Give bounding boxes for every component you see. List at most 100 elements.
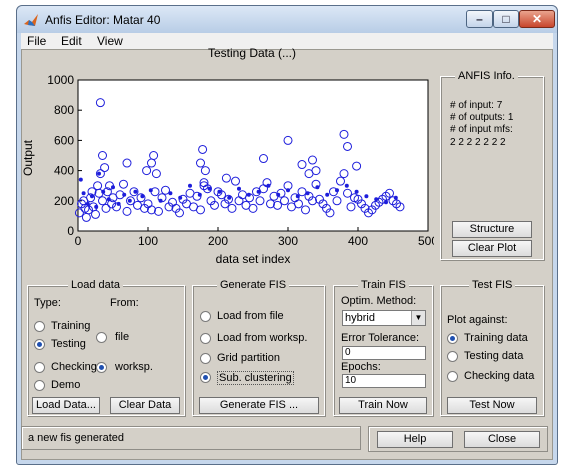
- data-point-dot: [148, 188, 153, 193]
- chevron-down-icon[interactable]: ▼: [411, 311, 425, 325]
- info-mf-values: 2 2 2 2 2 2 2: [450, 137, 506, 148]
- data-point-dot: [237, 186, 241, 191]
- optim-method-select[interactable]: hybrid ▼: [342, 310, 426, 326]
- close-button[interactable]: Close: [464, 431, 540, 448]
- data-point-dot: [111, 185, 115, 190]
- y-tick-label: 400: [54, 164, 74, 178]
- x-tick-label: 400: [348, 234, 368, 248]
- x-tick-label: 200: [208, 234, 228, 248]
- clear-data-button[interactable]: Clear Data: [110, 397, 180, 414]
- generate-fis-button[interactable]: Generate FIS ...: [199, 397, 319, 414]
- from-file-radio[interactable]: [96, 332, 107, 343]
- info-inputs: # of input: 7: [450, 100, 503, 111]
- data-point-dot: [354, 189, 359, 194]
- type-training-label: Training: [51, 320, 91, 332]
- close-window-button[interactable]: ✕: [519, 10, 555, 28]
- test-fis-title: Test FIS: [469, 279, 516, 291]
- window-title: Anfis Editor: Matar 40: [45, 13, 161, 27]
- from-label: From:: [110, 297, 139, 309]
- data-point-dot: [295, 194, 300, 199]
- gen-load-file-radio[interactable]: [200, 311, 211, 322]
- x-tick-label: 100: [138, 234, 158, 248]
- gen-load-file-label: Load from file: [217, 310, 284, 322]
- gen-load-workspace-label: Load from worksp.: [217, 332, 308, 344]
- load-data-button[interactable]: Load Data...: [32, 397, 100, 414]
- data-point-dot: [178, 195, 183, 200]
- data-point-dot: [85, 201, 90, 206]
- test-now-button[interactable]: Test Now: [447, 397, 537, 414]
- status-message: a new fis generated: [28, 432, 125, 444]
- epochs-label: Epochs:: [341, 361, 381, 373]
- data-point-dot: [97, 171, 101, 176]
- title-bar[interactable]: Anfis Editor: Matar 40 – □ ✕: [17, 6, 557, 33]
- data-point-dot: [90, 194, 94, 199]
- maximize-button[interactable]: □: [493, 10, 519, 28]
- data-point-dot: [374, 197, 379, 202]
- data-point-dot: [276, 192, 281, 197]
- data-point-dot: [106, 197, 111, 202]
- structure-button[interactable]: Structure: [452, 221, 532, 238]
- data-point-dot: [393, 195, 398, 200]
- data-point-dot: [207, 186, 212, 191]
- minimize-icon: –: [476, 12, 483, 26]
- data-point-dot: [127, 198, 132, 203]
- data-point-dot: [217, 189, 222, 194]
- train-now-button[interactable]: Train Now: [339, 397, 427, 414]
- x-axis-label: data set index: [215, 252, 291, 266]
- type-testing-radio[interactable]: [34, 339, 45, 350]
- data-point-dot: [140, 194, 145, 199]
- from-workspace-radio[interactable]: [96, 362, 107, 373]
- generate-fis-title: Generate FIS: [217, 279, 290, 291]
- type-demo-label: Demo: [51, 379, 81, 391]
- test-testing-radio[interactable]: [447, 351, 458, 362]
- clear-plot-button[interactable]: Clear Plot: [452, 240, 532, 257]
- data-point-dot: [133, 189, 138, 194]
- error-tolerance-input[interactable]: 0: [342, 346, 426, 360]
- info-outputs: # of outputs: 1: [450, 112, 514, 123]
- gen-load-workspace-radio[interactable]: [200, 333, 211, 344]
- menu-file[interactable]: File: [27, 34, 46, 48]
- y-tick-label: 0: [67, 224, 74, 238]
- data-point-dot: [305, 191, 310, 196]
- data-point-dot: [188, 183, 192, 188]
- x-tick-label: 300: [278, 234, 298, 248]
- train-fis-title: Train FIS: [358, 279, 409, 291]
- test-testing-label: Testing data: [464, 350, 524, 362]
- data-point-dot: [266, 183, 271, 188]
- type-checking-radio[interactable]: [34, 362, 45, 373]
- data-point-dot: [197, 192, 202, 197]
- plot-against-label: Plot against:: [447, 314, 508, 326]
- minimize-button[interactable]: –: [466, 10, 493, 28]
- plot-title: Testing Data (...): [207, 46, 297, 60]
- test-training-radio[interactable]: [447, 333, 458, 344]
- data-point-dot: [286, 188, 290, 193]
- y-axis: 0 200 400 600 800 1000: [47, 73, 82, 238]
- menu-edit[interactable]: Edit: [61, 34, 82, 48]
- data-point-dot: [335, 188, 339, 193]
- gen-grid-partition-radio[interactable]: [200, 353, 211, 364]
- type-label: Type:: [34, 297, 61, 309]
- data-point-dot: [168, 191, 173, 196]
- load-data-title: Load data: [68, 279, 123, 291]
- gen-grid-partition-label: Grid partition: [217, 352, 280, 364]
- data-point-dot: [256, 189, 261, 194]
- x-tick-label: 500: [418, 234, 434, 248]
- data-point-dot: [246, 192, 251, 197]
- from-file-label: file: [115, 331, 130, 343]
- data-point-dot: [78, 177, 83, 182]
- data-point-dot: [344, 183, 349, 188]
- test-training-label: Training data: [464, 332, 528, 344]
- data-point-dot: [364, 194, 369, 199]
- y-tick-label: 600: [54, 133, 74, 147]
- error-tolerance-label: Error Tolerance:: [341, 332, 420, 344]
- epochs-input[interactable]: 10: [342, 374, 426, 388]
- help-button[interactable]: Help: [377, 431, 453, 448]
- optim-method-label: Optim. Method:: [341, 295, 417, 307]
- type-demo-radio[interactable]: [34, 380, 45, 391]
- data-point-dot: [101, 189, 106, 194]
- test-checking-radio[interactable]: [447, 371, 458, 382]
- gen-sub-clustering-radio[interactable]: [200, 372, 211, 383]
- type-training-radio[interactable]: [34, 321, 45, 332]
- type-checking-label: Checking: [51, 361, 97, 373]
- anfis-info-title: ANFIS Info.: [455, 70, 518, 82]
